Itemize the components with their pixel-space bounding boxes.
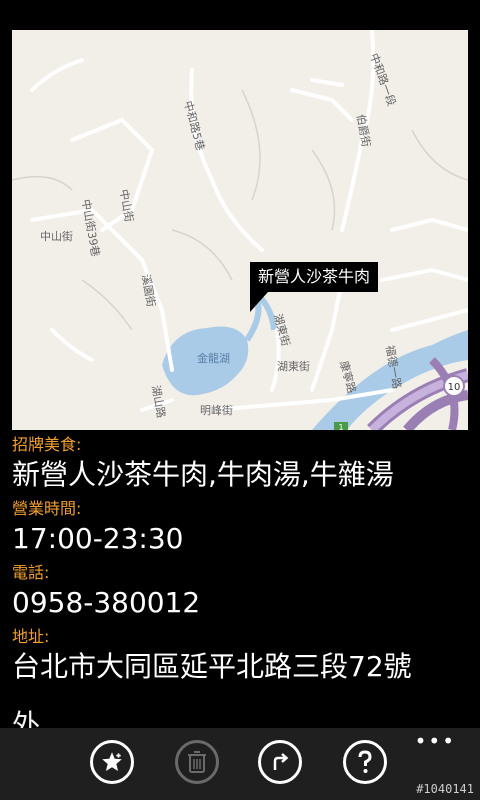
svg-text:中山街: 中山街	[40, 229, 73, 243]
signature-dish-value: 新營人沙茶牛肉,牛肉湯,牛雜湯	[12, 458, 394, 491]
svg-text:湖東街: 湖東街	[277, 359, 310, 373]
favorite-star-icon	[102, 752, 122, 771]
phone-label: 電話:	[12, 563, 50, 582]
application-bar: •••	[0, 728, 480, 800]
favorite-star-button[interactable]	[90, 740, 134, 784]
phone-value[interactable]: 0958-380012	[12, 584, 468, 622]
restaurant-details: 招牌美食: 新營人沙茶牛肉,牛肉湯,牛雜湯 營業時間: 17:00-23:30 …	[12, 430, 468, 741]
svg-text:明峰街: 明峰街	[200, 403, 233, 417]
address-value[interactable]: 台北市大同區延平北路三段72號	[12, 648, 468, 686]
help-button[interactable]	[343, 740, 387, 784]
svg-text:金龍湖: 金龍湖	[197, 351, 230, 365]
location-pin-label[interactable]: 新營人沙茶牛肉	[250, 262, 379, 312]
address-label: 地址:	[12, 627, 50, 646]
map-canvas: 中和路一段 中和路5巷 中山街39巷 中山街 中山街 伯爵街 溪園街 湖東街 湖…	[12, 30, 468, 430]
delete-button[interactable]	[175, 740, 219, 784]
svg-text:10: 10	[448, 382, 461, 393]
more-menu-ellipsis[interactable]: •••	[415, 731, 456, 751]
map-view[interactable]: 中和路一段 中和路5巷 中山街39巷 中山街 中山街 伯爵街 溪園街 湖東街 湖…	[12, 30, 468, 430]
svg-text:1: 1	[338, 423, 343, 430]
directions-turn-icon	[273, 753, 289, 770]
watermark-text: #1040141	[416, 782, 474, 796]
hours-value: 17:00-23:30	[12, 522, 184, 555]
hours-label: 營業時間:	[12, 499, 82, 518]
directions-button[interactable]	[258, 740, 302, 784]
delete-trash-icon	[188, 751, 206, 773]
signature-dish-label: 招牌美食:	[12, 435, 82, 454]
help-question-icon	[358, 750, 372, 773]
